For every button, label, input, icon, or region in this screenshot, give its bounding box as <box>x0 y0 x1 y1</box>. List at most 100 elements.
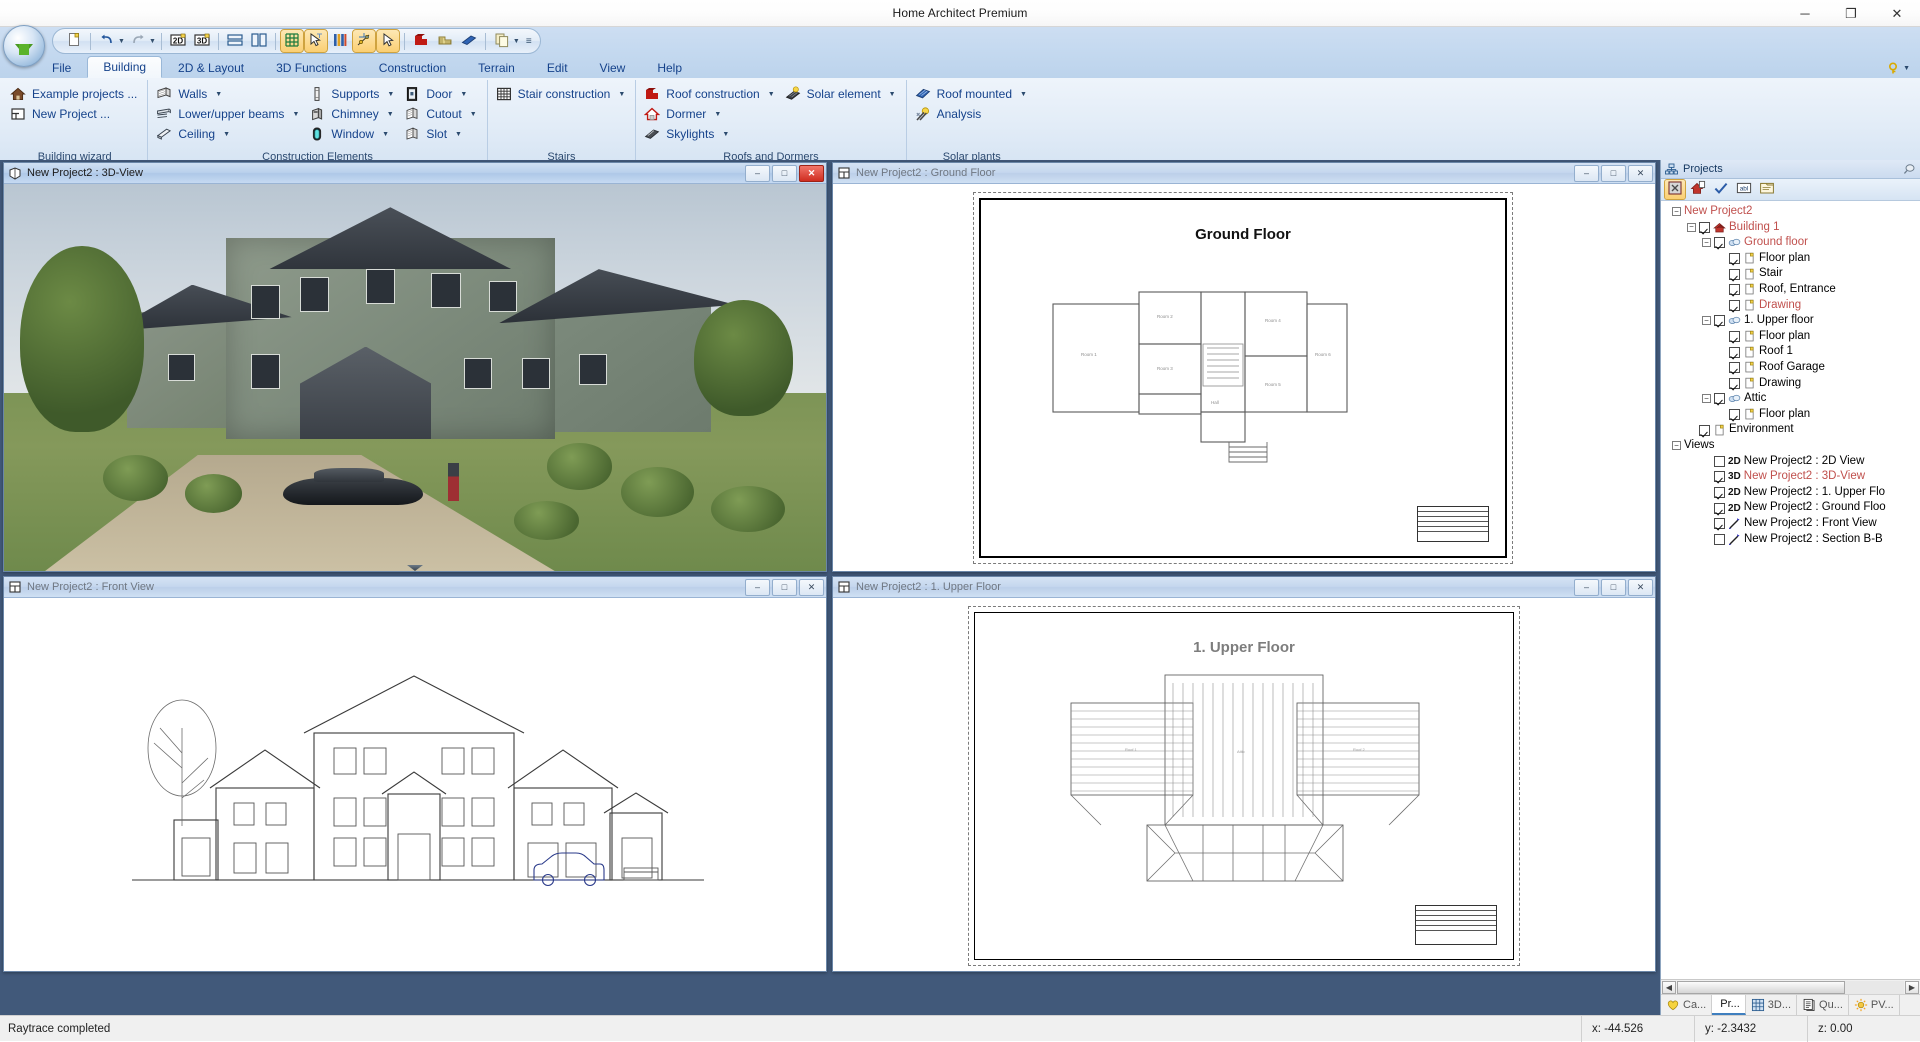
qat-tile-vertical[interactable] <box>248 30 270 52</box>
add-building-button[interactable] <box>1688 180 1708 199</box>
properties-button[interactable] <box>1757 180 1777 199</box>
tree-checkbox[interactable] <box>1714 456 1725 467</box>
tree-node[interactable]: Floor plan <box>1663 407 1920 423</box>
chevron-down-icon[interactable]: ▼ <box>722 131 729 138</box>
window-front-view-body[interactable] <box>4 598 826 971</box>
tree-checkbox[interactable] <box>1729 269 1740 280</box>
window-front-view[interactable]: New Project2 : Front View – □ ✕ <box>3 576 827 972</box>
maximize-ground-floor-button[interactable]: □ <box>1601 165 1626 182</box>
tree-node[interactable]: Roof 1 <box>1663 344 1920 360</box>
window-upper-floor-titlebar[interactable]: New Project2 : 1. Upper Floor – □ ✕ <box>833 577 1655 598</box>
close-3d-view-button[interactable]: ✕ <box>799 165 824 182</box>
help-button[interactable]: ▼ <box>1888 62 1910 75</box>
chevron-down-icon[interactable]: ▼ <box>1020 91 1027 98</box>
qat-tile-horizontal[interactable] <box>224 30 246 52</box>
chevron-down-icon[interactable]: ▼ <box>223 131 230 138</box>
tree-checkbox[interactable] <box>1729 284 1740 295</box>
chevron-down-icon[interactable]: ▼ <box>513 38 520 45</box>
minimize-3d-view-button[interactable]: – <box>745 165 770 182</box>
window-3d-view-titlebar[interactable]: New Project2 : 3D-View – □ ✕ <box>4 163 826 184</box>
maximize-window-button[interactable]: ❐ <box>1828 0 1874 27</box>
tree-checkbox[interactable] <box>1714 534 1725 545</box>
ribbon-item-walls[interactable]: Walls▼ <box>152 84 305 104</box>
qat-point-snap[interactable] <box>353 30 375 52</box>
ribbon-item-window[interactable]: Window▼ <box>305 124 400 144</box>
window-ground-floor-titlebar[interactable]: New Project2 : Ground Floor – □ ✕ <box>833 163 1655 184</box>
scroll-track[interactable] <box>1677 981 1904 994</box>
chevron-down-icon[interactable]: ▼ <box>118 38 125 45</box>
tree-node[interactable]: Environment <box>1663 422 1920 438</box>
qat-view-2d[interactable]: 2D <box>167 30 189 52</box>
chevron-down-icon[interactable]: ▼ <box>714 111 721 118</box>
tree-checkbox[interactable] <box>1729 362 1740 373</box>
projects-tab[interactable]: Pr... <box>1712 995 1746 1015</box>
3d-tab[interactable]: 3D... <box>1746 995 1797 1015</box>
ribbon-item-slot[interactable]: Slot▼ <box>400 124 482 144</box>
scroll-thumb[interactable] <box>1677 981 1845 994</box>
ribbon-tab-construction[interactable]: Construction <box>363 56 462 78</box>
tree-node[interactable]: −Attic <box>1663 391 1920 407</box>
tree-checkbox[interactable] <box>1714 471 1725 482</box>
chevron-down-icon[interactable]: ▼ <box>215 91 222 98</box>
minimize-window-button[interactable]: ─ <box>1782 0 1828 27</box>
tree-node[interactable]: Floor plan <box>1663 251 1920 267</box>
tree-expander-collapse-icon[interactable]: − <box>1672 441 1681 450</box>
ribbon-item-roof-construction[interactable]: Roof construction▼ <box>640 84 780 104</box>
tree-node[interactable]: New Project2 : Section B-B <box>1663 531 1920 547</box>
ribbon-item-skylights[interactable]: Skylights▼ <box>640 124 780 144</box>
window-3d-view-body[interactable] <box>4 184 826 571</box>
qat-redo[interactable] <box>127 30 149 52</box>
tree-node[interactable]: −Views <box>1663 438 1920 454</box>
scroll-right-button[interactable]: ▶ <box>1905 981 1919 994</box>
tree-node[interactable]: 3DNew Project2 : 3D-View <box>1663 469 1920 485</box>
tree-node[interactable]: Drawing <box>1663 376 1920 392</box>
pv-tab[interactable]: PV... <box>1849 995 1900 1015</box>
rename-button[interactable]: abl <box>1734 180 1754 199</box>
tree-checkbox[interactable] <box>1714 237 1725 248</box>
qat-grid-snap[interactable] <box>281 30 303 52</box>
window-upper-floor[interactable]: New Project2 : 1. Upper Floor – □ ✕ 1. U… <box>832 576 1656 972</box>
tree-checkbox[interactable] <box>1714 503 1725 514</box>
ribbon-item-stair-construction[interactable]: Stair construction▼ <box>492 84 632 104</box>
apply-check-button[interactable] <box>1711 180 1731 199</box>
close-front-view-button[interactable]: ✕ <box>799 579 824 596</box>
tree-node[interactable]: Drawing <box>1663 298 1920 314</box>
minimize-upper-floor-button[interactable]: – <box>1574 579 1599 596</box>
qat-layers[interactable] <box>329 30 351 52</box>
ribbon-item-door[interactable]: Door▼ <box>400 84 482 104</box>
pin-icon[interactable] <box>1903 163 1916 176</box>
tree-node[interactable]: Roof Garage <box>1663 360 1920 376</box>
window-upper-floor-body[interactable]: 1. Upper Floor <box>833 598 1655 971</box>
chevron-down-icon[interactable]: ▼ <box>618 91 625 98</box>
tree-checkbox[interactable] <box>1714 315 1725 326</box>
maximize-front-view-button[interactable]: □ <box>772 579 797 596</box>
tree-node[interactable]: −New Project2 <box>1663 204 1920 220</box>
maximize-3d-view-button[interactable]: □ <box>772 165 797 182</box>
tree-checkbox[interactable] <box>1699 425 1710 436</box>
tree-node[interactable]: 2DNew Project2 : 2D View <box>1663 454 1920 470</box>
qat-undo[interactable] <box>96 30 118 52</box>
tree-expander-collapse-icon[interactable]: − <box>1702 394 1711 403</box>
qat-roof-frame-tool[interactable] <box>434 30 456 52</box>
tree-node[interactable]: Stair <box>1663 266 1920 282</box>
close-upper-floor-button[interactable]: ✕ <box>1628 579 1653 596</box>
close-ground-floor-button[interactable]: ✕ <box>1628 165 1653 182</box>
chevron-down-icon[interactable]: ▼ <box>387 91 394 98</box>
chevron-down-icon[interactable]: ▼ <box>455 131 462 138</box>
ribbon-tab-file[interactable]: File <box>36 56 87 78</box>
tree-checkbox[interactable] <box>1714 393 1725 404</box>
tree-checkbox[interactable] <box>1714 518 1725 529</box>
chevron-down-icon[interactable]: ▼ <box>470 111 477 118</box>
quantities-tab[interactable]: Qu... <box>1797 995 1849 1015</box>
ribbon-item-roof-mounted[interactable]: Roof mounted▼ <box>911 84 1033 104</box>
chevron-down-icon[interactable]: ▼ <box>292 111 299 118</box>
tree-node[interactable]: −Building 1 <box>1663 220 1920 236</box>
scroll-left-button[interactable]: ◀ <box>1662 981 1676 994</box>
tree-node[interactable]: New Project2 : Front View <box>1663 516 1920 532</box>
qat-copy-tool[interactable] <box>491 30 513 52</box>
ribbon-item-cutout[interactable]: Cutout▼ <box>400 104 482 124</box>
ribbon-item-solar-element[interactable]: Solar element▼ <box>781 84 902 104</box>
tree-checkbox[interactable] <box>1729 253 1740 264</box>
tree-checkbox[interactable] <box>1729 347 1740 358</box>
qat-overflow-button[interactable]: ≡ <box>526 36 532 47</box>
